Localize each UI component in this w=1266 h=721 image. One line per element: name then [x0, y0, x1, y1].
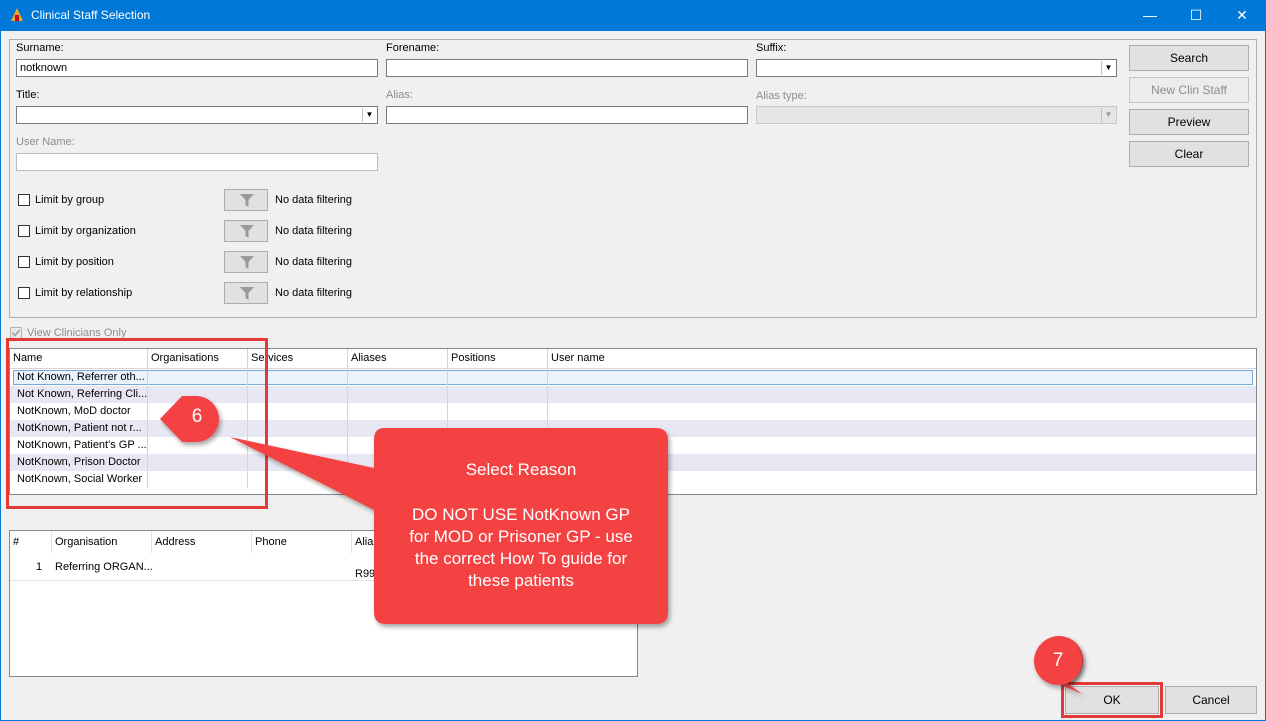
step-6-badge-label: 6: [191, 406, 203, 427]
callout-warning-line-4: these patients: [468, 571, 574, 590]
step-7-badge-label: 7: [1052, 650, 1064, 671]
callout-warning-line-2: for MOD or Prisoner GP - use: [409, 527, 633, 546]
callout-warning-line-1: DO NOT USE NotKnown GP: [412, 505, 630, 524]
callout-warning-line-3: the correct How To guide for: [414, 549, 628, 568]
annotation-graphics: [160, 396, 1083, 694]
callout-heading: Select Reason: [465, 460, 577, 479]
